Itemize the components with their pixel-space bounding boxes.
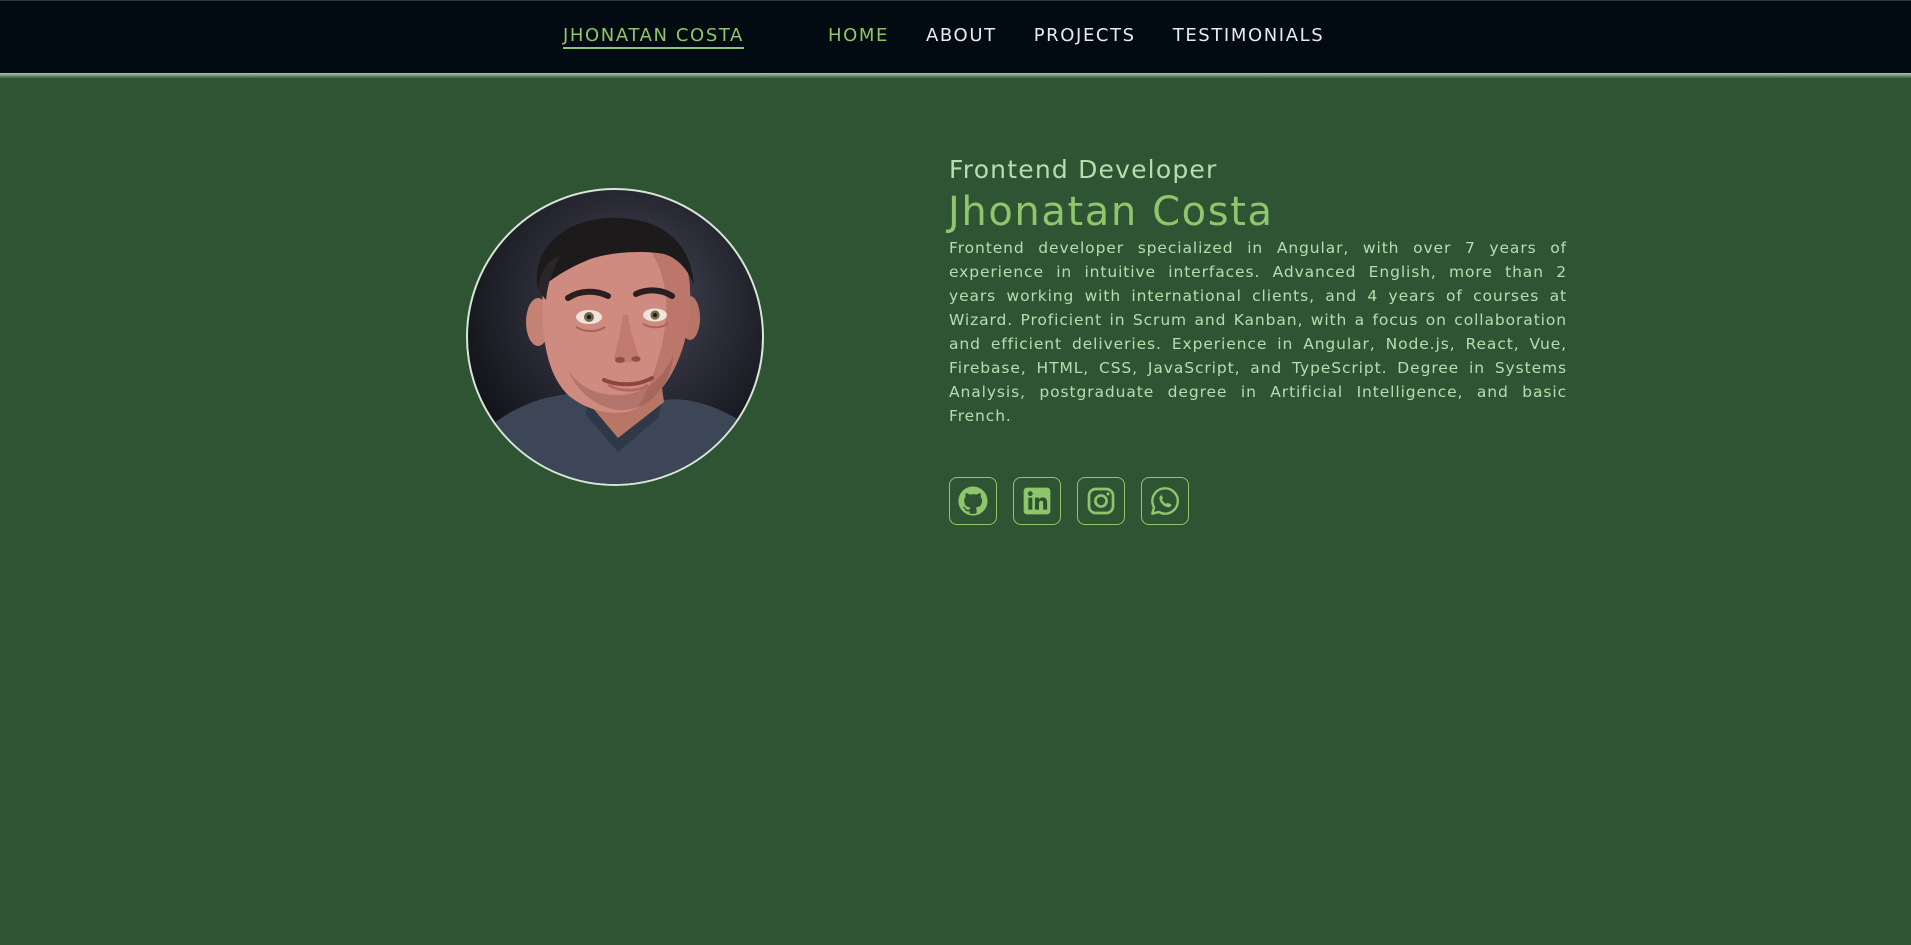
linkedin-icon	[1023, 487, 1051, 515]
navbar-divider	[0, 73, 1911, 78]
social-links	[949, 477, 1189, 525]
whatsapp-button[interactable]	[1141, 477, 1189, 525]
nav-link-projects[interactable]: PROJECTS	[1034, 26, 1136, 46]
hero-name: Jhonatan Costa	[948, 189, 1274, 235]
nav-links: HOME ABOUT PROJECTS TESTIMONIALS	[828, 26, 1361, 46]
nav-link-home[interactable]: HOME	[828, 26, 889, 46]
instagram-button[interactable]	[1077, 477, 1125, 525]
hero-subtitle: Frontend Developer	[949, 155, 1218, 184]
nav-link-testimonials[interactable]: TESTIMONIALS	[1173, 26, 1325, 46]
hero-bio: Frontend developer specialized in Angula…	[949, 239, 1567, 425]
navbar: JHONATAN COSTA HOME ABOUT PROJECTS TESTI…	[0, 0, 1911, 73]
whatsapp-icon	[1151, 487, 1179, 515]
portrait-illustration	[468, 217, 762, 484]
profile-photo	[466, 188, 764, 486]
linkedin-button[interactable]	[1013, 477, 1061, 525]
instagram-icon	[1087, 487, 1115, 515]
nav-link-about[interactable]: ABOUT	[926, 26, 997, 46]
github-button[interactable]	[949, 477, 997, 525]
brand-link[interactable]: JHONATAN COSTA	[563, 26, 744, 49]
github-icon	[958, 486, 988, 516]
